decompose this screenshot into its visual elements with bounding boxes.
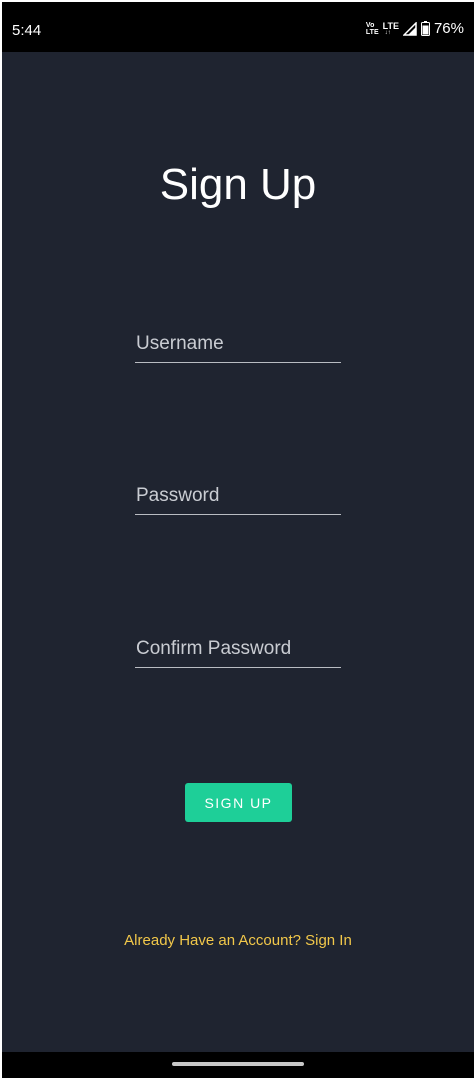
lte-icon: LTE ↓↑ (383, 21, 399, 36)
data-arrows-icon: ↓↑ (384, 30, 391, 36)
signup-screen: Sign Up SIGN UP Already Have an Account?… (2, 52, 474, 1052)
volte-top-label: Vo (365, 21, 375, 29)
status-icons: Vo LTE LTE ↓↑ 76% (366, 20, 464, 37)
status-bar: 5:44 Vo LTE LTE ↓↑ 76% (2, 2, 474, 52)
username-input[interactable] (135, 326, 341, 362)
password-input[interactable] (135, 478, 341, 514)
battery-icon (420, 21, 430, 36)
navigation-bar (2, 1052, 474, 1078)
phone-screen: 5:44 Vo LTE LTE ↓↑ 76% Sign Up Username … (2, 2, 474, 1078)
volte-bottom-label: LTE (365, 28, 379, 36)
sign-in-link[interactable]: Already Have an Account? Sign In (2, 932, 474, 949)
password-field-container (135, 478, 341, 515)
status-time: 5:44 (12, 22, 42, 39)
signal-icon (402, 21, 417, 36)
username-field-container (135, 326, 341, 363)
home-indicator[interactable] (172, 1062, 304, 1066)
confirm-password-input[interactable] (135, 631, 341, 667)
confirm-password-field-container (135, 631, 341, 668)
page-title: Sign Up (159, 160, 317, 209)
sign-up-button[interactable]: SIGN UP (185, 783, 292, 822)
volte-icon: Vo LTE (366, 22, 379, 36)
battery-percentage: 76% (433, 20, 464, 37)
